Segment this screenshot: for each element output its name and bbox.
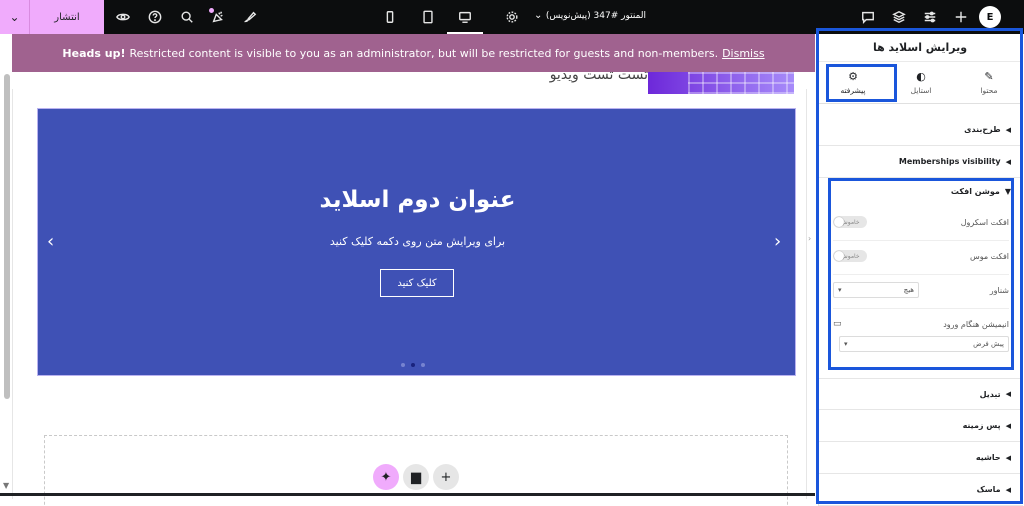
site-settings-brush-icon[interactable] [242, 9, 258, 25]
tab-content[interactable]: ✎ محتوا [955, 62, 1023, 103]
top-bar: ⌄ انتشار ⌄ المن [0, 0, 1024, 34]
section-transform[interactable]: ◀ تبدیل [819, 378, 1023, 410]
tab-label: استایل [910, 86, 932, 95]
sticky-control: شناور هیچ ▾ [819, 277, 1023, 303]
whats-new-icon[interactable] [210, 9, 226, 25]
slides-widget[interactable]: عنوان دوم اسلاید برای ویرایش متن روی دکم… [37, 108, 796, 376]
add-element-plus-icon[interactable] [953, 9, 969, 25]
section-label: پس زمینه [962, 421, 1001, 430]
canvas-scrollbar[interactable] [4, 74, 10, 399]
panel-title: ویرایش اسلاید ها [818, 34, 1022, 62]
section-label: ماسک [976, 485, 1001, 494]
slider-prev-arrow-icon[interactable]: ‹ [47, 231, 54, 252]
search-icon[interactable] [179, 9, 195, 25]
mouse-effect-toggle[interactable]: خاموش [833, 250, 867, 262]
restricted-content-notice: Heads up! Restricted content is visible … [12, 34, 815, 72]
canvas-bottom-bar [0, 493, 815, 496]
responsive-desktop-icon[interactable]: ▭ [833, 319, 842, 329]
canvas-guide-line [12, 89, 13, 499]
structure-layers-icon[interactable] [891, 9, 907, 25]
mobile-device-icon[interactable] [382, 9, 398, 25]
notes-comment-icon[interactable] [860, 9, 876, 25]
site-settings-sliders-icon[interactable] [922, 9, 938, 25]
caret-left-icon: ◀ [1005, 157, 1011, 166]
scroll-effect-toggle[interactable]: خاموش [833, 216, 867, 228]
gear-icon: ⚙ [848, 70, 858, 83]
mouse-effect-control: افکت موس خاموش [819, 243, 1023, 269]
caret-down-icon: ▼ [1004, 186, 1011, 196]
publish-options-chevron-icon[interactable]: ⌄ [0, 0, 30, 34]
scroll-down-arrow-icon[interactable]: ▼ [3, 481, 9, 490]
slider-pagination [401, 363, 425, 367]
select-arrow-icon: ▾ [838, 286, 842, 294]
section-label: Memberships visibility [898, 157, 1001, 166]
publish-button[interactable]: انتشار [30, 0, 104, 34]
select-value: هیچ [903, 286, 914, 294]
scroll-effect-control: افکت اسکرول خاموش [819, 209, 1023, 235]
divider [833, 308, 1009, 309]
panel-collapse-chevron-icon[interactable]: › [808, 218, 816, 258]
caret-left-icon: ◀ [1005, 453, 1011, 462]
notice-message: Restricted content is visible to you as … [129, 46, 719, 60]
slider-dot[interactable] [401, 363, 405, 367]
section-motion-effects[interactable]: ▼ موشن افکت [819, 178, 1023, 204]
divider [833, 274, 1009, 275]
tab-advanced[interactable]: ⚙ پیشرفته [819, 62, 887, 103]
editor-canvas: ▼ Heads up! Restricted content is visibl… [0, 34, 815, 506]
caret-left-icon: ◀ [1005, 390, 1011, 398]
ai-sparkle-icon[interactable]: ✦ [373, 464, 399, 490]
slide-title: عنوان دوم اسلاید [319, 187, 516, 213]
add-section-controls: ✦ ▆ + [373, 464, 459, 490]
slider-dot[interactable] [421, 363, 425, 367]
publish-group: ⌄ انتشار [0, 0, 104, 34]
tablet-device-icon[interactable] [420, 9, 436, 25]
section-label: حاشیه [975, 453, 1001, 462]
control-label: افکت اسکرول [960, 217, 1009, 227]
select-value: پیش فرض [973, 340, 1004, 348]
desktop-device-icon[interactable] [457, 9, 473, 25]
section-label: تبدیل [979, 389, 1001, 399]
document-title[interactable]: المنتور #347 (پیش‌نویس) [546, 11, 646, 21]
tab-label: پیشرفته [840, 86, 866, 95]
section-layout[interactable]: ◀ طرح‌بندی [819, 114, 1023, 146]
slide-description: برای ویرایش متن روی دکمه کلیک کنید [329, 235, 506, 248]
pencil-icon: ✎ [984, 70, 994, 83]
help-icon[interactable] [147, 9, 163, 25]
section-mask[interactable]: ◀ ماسک [819, 474, 1023, 506]
control-label: افکت موس [969, 251, 1009, 261]
slider-dot-active[interactable] [411, 363, 415, 367]
control-label: انیمیشن هنگام ورود [943, 319, 1009, 329]
caret-left-icon: ◀ [1005, 421, 1011, 430]
tab-style[interactable]: ◐ استایل [887, 62, 955, 103]
select-arrow-icon: ▾ [844, 340, 848, 348]
divider [833, 240, 1009, 241]
elementor-logo[interactable]: E [979, 6, 1001, 28]
section-background[interactable]: ◀ پس زمینه [819, 410, 1023, 442]
section-border[interactable]: ◀ حاشیه [819, 442, 1023, 474]
entrance-animation-select[interactable]: پیش فرض ▾ [839, 336, 1009, 352]
tab-label: محتوا [980, 86, 998, 95]
canvas-guide-line [806, 89, 807, 499]
section-memberships[interactable]: ◀ Memberships visibility [819, 146, 1023, 178]
caret-left-icon: ◀ [1005, 485, 1011, 494]
caret-left-icon: ◀ [1005, 125, 1011, 134]
add-section-plus-icon[interactable]: + [433, 464, 459, 490]
slide-cta-button[interactable]: کلیک کنید [380, 269, 454, 297]
section-label: طرح‌بندی [964, 125, 1001, 134]
editor-root: ⌄ انتشار ⌄ المن [0, 0, 1024, 506]
notice-heading: Heads up! [62, 46, 126, 60]
preview-eye-icon[interactable] [115, 9, 131, 25]
panel-tabs: ✎ محتوا ◐ استایل ⚙ پیشرفته [819, 62, 1023, 104]
dismiss-link[interactable]: Dismiss [722, 47, 765, 60]
sticky-select[interactable]: هیچ ▾ [833, 282, 919, 298]
page-settings-gear-icon[interactable] [504, 9, 520, 25]
document-menu-chevron-icon[interactable]: ⌄ [534, 10, 542, 21]
template-folder-icon[interactable]: ▆ [403, 464, 429, 490]
slider-next-arrow-icon[interactable]: › [774, 231, 781, 252]
control-label: شناور [989, 285, 1009, 295]
widget-settings-panel: ویرایش اسلاید ها ✎ محتوا ◐ استایل ⚙ پیشر… [818, 34, 1023, 506]
entrance-animation-select-row: پیش فرض ▾ [819, 331, 1023, 357]
half-circle-icon: ◐ [916, 70, 926, 83]
section-label: موشن افکت [950, 186, 1000, 196]
